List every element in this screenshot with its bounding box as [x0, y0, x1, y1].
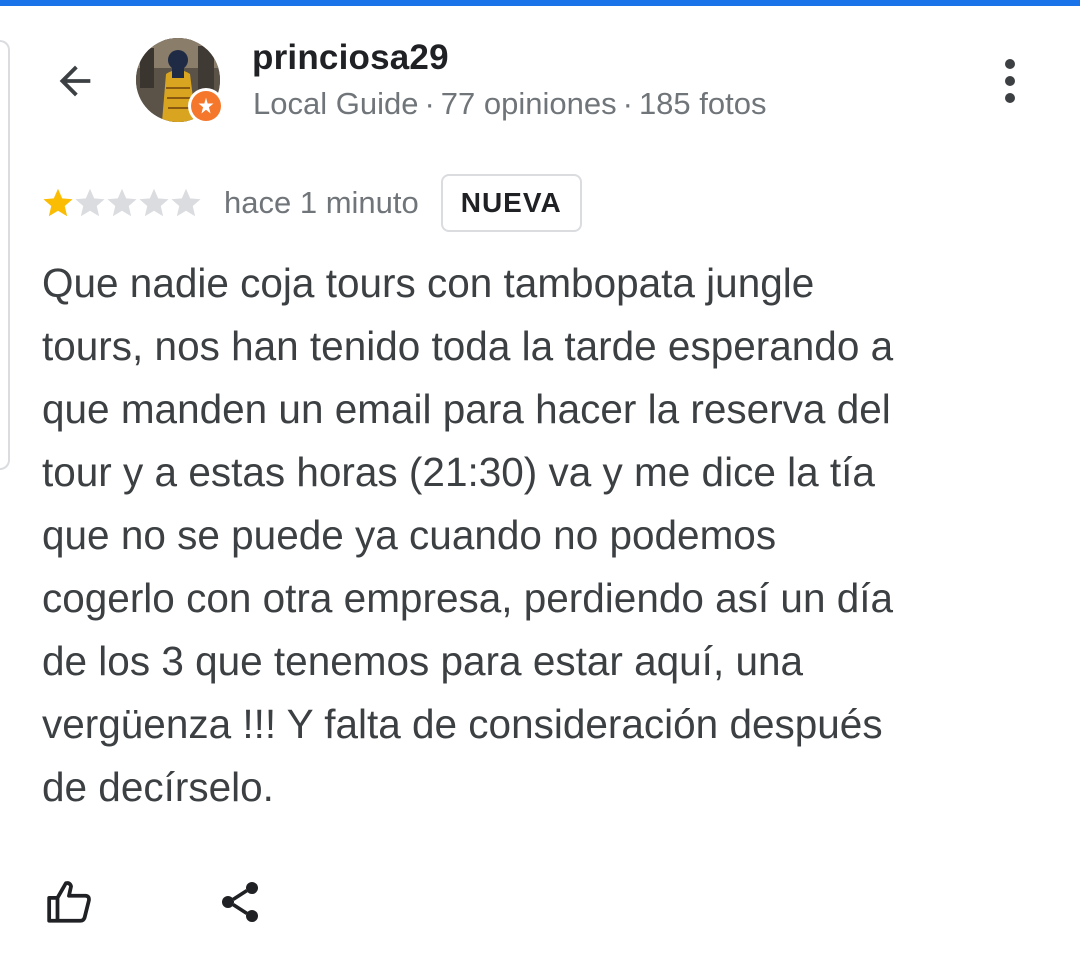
star-empty-icon — [171, 188, 201, 217]
review-actions — [40, 868, 340, 940]
share-button[interactable] — [210, 872, 270, 932]
back-button[interactable] — [46, 52, 104, 110]
arrow-back-icon — [59, 65, 91, 97]
review-text: Que nadie coja tours con tambopata jungl… — [42, 260, 894, 810]
new-badge: NUEVA — [440, 174, 582, 232]
local-guide-badge — [188, 88, 224, 124]
user-meta: Local Guide · 77 opiniones · 185 fotos — [253, 86, 766, 122]
star-empty-icon — [75, 188, 105, 217]
thumb-up-icon — [47, 881, 91, 923]
top-accent-bar — [0, 0, 1080, 6]
share-icon — [222, 882, 258, 922]
star-filled-icon — [43, 188, 73, 217]
more-options-button[interactable] — [986, 52, 1034, 110]
local-guide-star-icon — [198, 97, 214, 114]
more-vert-icon — [1005, 59, 1015, 69]
user-role: Local Guide — [253, 86, 419, 121]
meta-separator: · — [622, 86, 633, 121]
photos-count: 185 fotos — [638, 86, 767, 121]
user-name[interactable]: princiosa29 — [252, 38, 449, 78]
meta-separator: · — [424, 86, 435, 121]
like-button[interactable] — [40, 872, 100, 932]
star-rating — [40, 185, 201, 221]
review-time: hace 1 minuto — [224, 185, 419, 220]
star-empty-icon — [139, 188, 169, 217]
review-header: princiosa29 Local Guide · 77 opiniones · 185… — [0, 30, 1080, 140]
rating-row: hace 1 minuto NUEVA — [40, 174, 740, 232]
star-empty-icon — [107, 188, 137, 217]
reviews-count: 77 opiniones — [440, 86, 617, 121]
user-avatar-container[interactable] — [136, 38, 224, 124]
